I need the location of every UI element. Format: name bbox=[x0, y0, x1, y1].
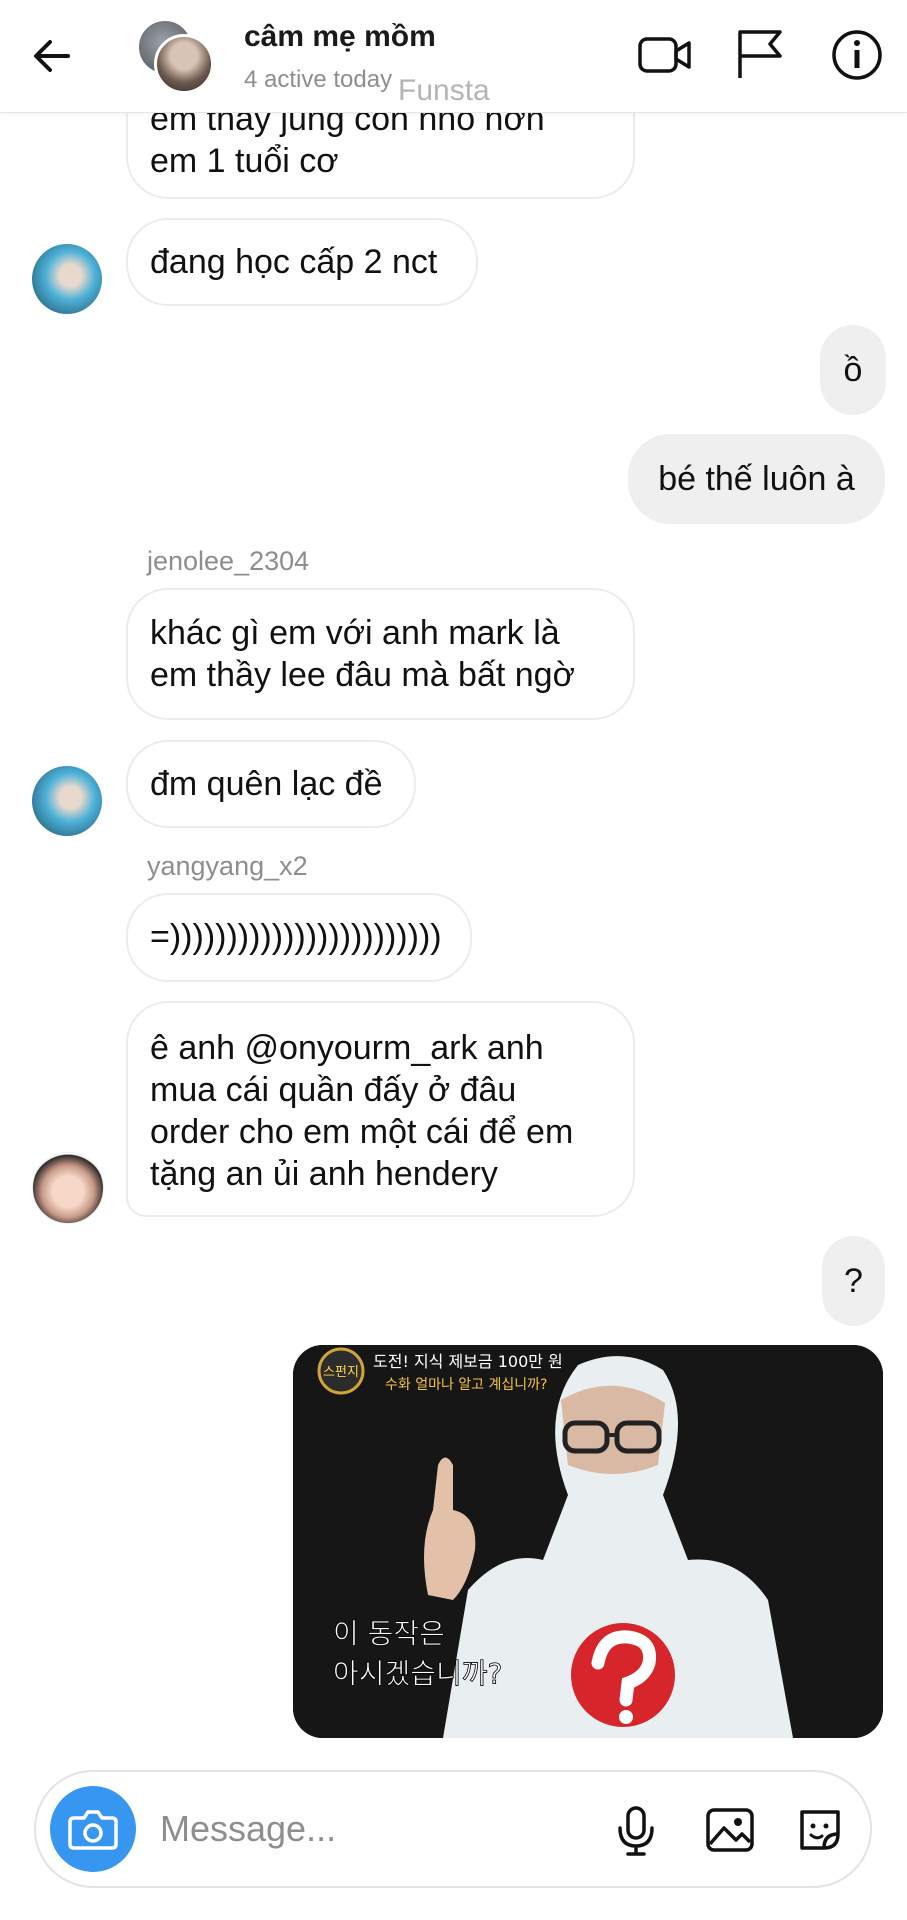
message-text: order cho em một cái để em bbox=[150, 1113, 574, 1151]
message-text: em thầy lee đâu mà bất ngờ bbox=[150, 656, 575, 694]
watermark: Funsta bbox=[398, 74, 490, 107]
avatar[interactable] bbox=[32, 244, 102, 314]
message-text: khác gì em với anh mark là bbox=[150, 614, 560, 652]
sticker-icon[interactable] bbox=[792, 1802, 848, 1858]
caption-top: 도전! 지식 제보금 100만 원 bbox=[373, 1352, 563, 1371]
camera-button[interactable] bbox=[50, 1786, 136, 1872]
microphone-icon[interactable] bbox=[608, 1802, 664, 1858]
message-bubble-outgoing[interactable]: ? bbox=[822, 1236, 885, 1326]
show-badge: 스펀지 bbox=[323, 1365, 359, 1380]
message-text: em 1 tuổi cơ bbox=[150, 142, 339, 180]
message-bubble[interactable]: ê anh @onyourm_ark anh mua cái quần đấy … bbox=[126, 1001, 635, 1217]
message-text: bé thế luôn à bbox=[658, 460, 855, 498]
message-bubble[interactable]: khác gì em với anh mark là em thầy lee đ… bbox=[126, 588, 635, 720]
message-text: tặng an ủi anh hendery bbox=[150, 1155, 498, 1193]
group-avatar[interactable] bbox=[136, 18, 214, 94]
info-icon[interactable] bbox=[828, 26, 886, 84]
message-bubble[interactable]: đm quên lạc đề bbox=[126, 740, 416, 828]
message-text: ê anh @onyourm_ark anh bbox=[150, 1029, 544, 1067]
message-bubble-outgoing[interactable]: ồ bbox=[820, 325, 886, 415]
active-status: 4 active today bbox=[244, 66, 393, 93]
avatar[interactable] bbox=[32, 1152, 104, 1224]
message-bubble[interactable]: đang học cấp 2 nct bbox=[126, 218, 478, 306]
message-input[interactable]: Message... bbox=[160, 1808, 336, 1850]
meme-image: 스펀지 도전! 지식 제보금 100만 원 수화 얼마나 알고 계십니까? 이 … bbox=[293, 1345, 883, 1738]
sender-name: jenolee_2304 bbox=[147, 546, 310, 576]
back-arrow-icon[interactable] bbox=[28, 32, 76, 80]
message-text: mua cái quần đấy ở đâu bbox=[150, 1071, 517, 1109]
video-call-icon[interactable] bbox=[636, 26, 694, 84]
message-text: ồ bbox=[843, 351, 863, 389]
camera-icon bbox=[68, 1810, 118, 1850]
caption-bottom: 아시겠습니까? bbox=[333, 1657, 502, 1690]
image-message[interactable]: 스펀지 도전! 지식 제보금 100만 원 수화 얼마나 알고 계십니까? 이 … bbox=[293, 1345, 883, 1738]
message-bubble-outgoing[interactable]: bé thế luôn à bbox=[628, 434, 885, 524]
gallery-icon[interactable] bbox=[702, 1802, 758, 1858]
flag-icon[interactable] bbox=[730, 26, 788, 84]
caption-bottom: 이 동작은 bbox=[333, 1617, 445, 1650]
sender-name: yangyang_x2 bbox=[147, 851, 308, 881]
chat-title[interactable]: câm mẹ mồm bbox=[244, 20, 436, 54]
avatar[interactable] bbox=[32, 766, 102, 836]
message-text: đang học cấp 2 nct bbox=[150, 243, 438, 281]
message-text: =)))))))))))))))))))))))) bbox=[150, 918, 442, 956]
message-text: ? bbox=[844, 1262, 863, 1300]
caption-top-sub: 수화 얼마나 알고 계십니까? bbox=[385, 1377, 547, 1393]
avatar bbox=[154, 34, 214, 94]
message-bubble[interactable]: =)))))))))))))))))))))))) bbox=[126, 893, 472, 982]
message-composer: Message... bbox=[34, 1770, 872, 1888]
message-text: đm quên lạc đề bbox=[150, 765, 383, 803]
